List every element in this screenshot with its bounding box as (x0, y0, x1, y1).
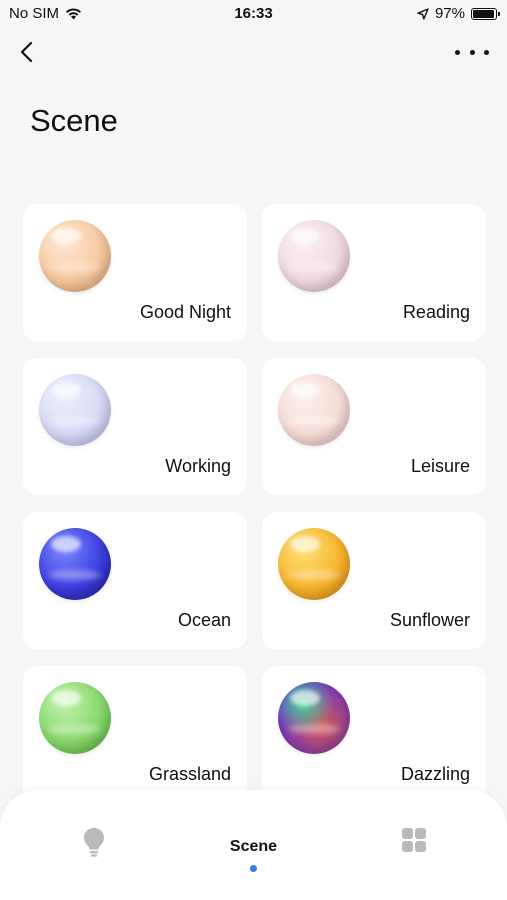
scene-label: Sunflower (389, 610, 470, 630)
scene-label: Good Night (139, 302, 231, 322)
scene-card-sunflower[interactable]: Sunflower (262, 512, 486, 649)
tab-scene[interactable]: Scene (230, 826, 277, 872)
status-right: 97% (417, 5, 500, 22)
orb-icon (39, 682, 111, 754)
tab-more[interactable] (400, 826, 428, 854)
page-title: Scene (30, 103, 118, 138)
more-button[interactable] (455, 40, 489, 64)
scene-card-dazzling[interactable]: Dazzling (262, 666, 486, 803)
grid-icon (402, 828, 426, 852)
battery-icon (471, 7, 500, 20)
more-icon-dot (484, 49, 489, 55)
location-arrow-icon (417, 7, 429, 20)
orb-icon (278, 374, 350, 446)
scene-label: Dazzling (400, 764, 470, 784)
scene-card-reading[interactable]: Reading (262, 204, 486, 341)
scene-label: Working (165, 456, 231, 476)
scene-card-working[interactable]: Working (23, 358, 247, 495)
active-tab-indicator (249, 865, 257, 872)
scene-label: Reading (402, 302, 470, 322)
scene-label: Leisure (410, 456, 470, 476)
orb-icon (39, 374, 111, 446)
back-button[interactable] (14, 38, 42, 66)
scene-card-good-night[interactable]: Good Night (23, 204, 247, 341)
tab-bar: Scene (0, 790, 507, 900)
tab-scene-label: Scene (229, 838, 278, 855)
orb-icon (39, 220, 111, 292)
chevron-left-icon (20, 41, 33, 63)
scene-card-leisure[interactable]: Leisure (262, 358, 486, 495)
scene-label: Ocean (177, 610, 231, 630)
lightbulb-icon (84, 828, 104, 857)
status-bar: No SIM 16:33 97% (0, 0, 507, 30)
scene-label: Grassland (148, 764, 231, 784)
tab-scene-wrapper: Scene (0, 826, 507, 872)
battery-percent: 97% (434, 5, 465, 22)
orb-icon (278, 682, 350, 754)
scene-card-ocean[interactable]: Ocean (23, 512, 247, 649)
more-icon-dot (469, 49, 475, 55)
scene-grid: Good Night Reading Working Leisure Ocean… (23, 204, 486, 803)
more-icon (455, 49, 460, 55)
battery-fill (473, 9, 495, 18)
tab-home[interactable] (80, 826, 108, 858)
orb-icon (39, 528, 111, 600)
orb-icon (278, 220, 350, 292)
orb-icon (278, 528, 350, 600)
scene-card-grassland[interactable]: Grassland (23, 666, 247, 803)
